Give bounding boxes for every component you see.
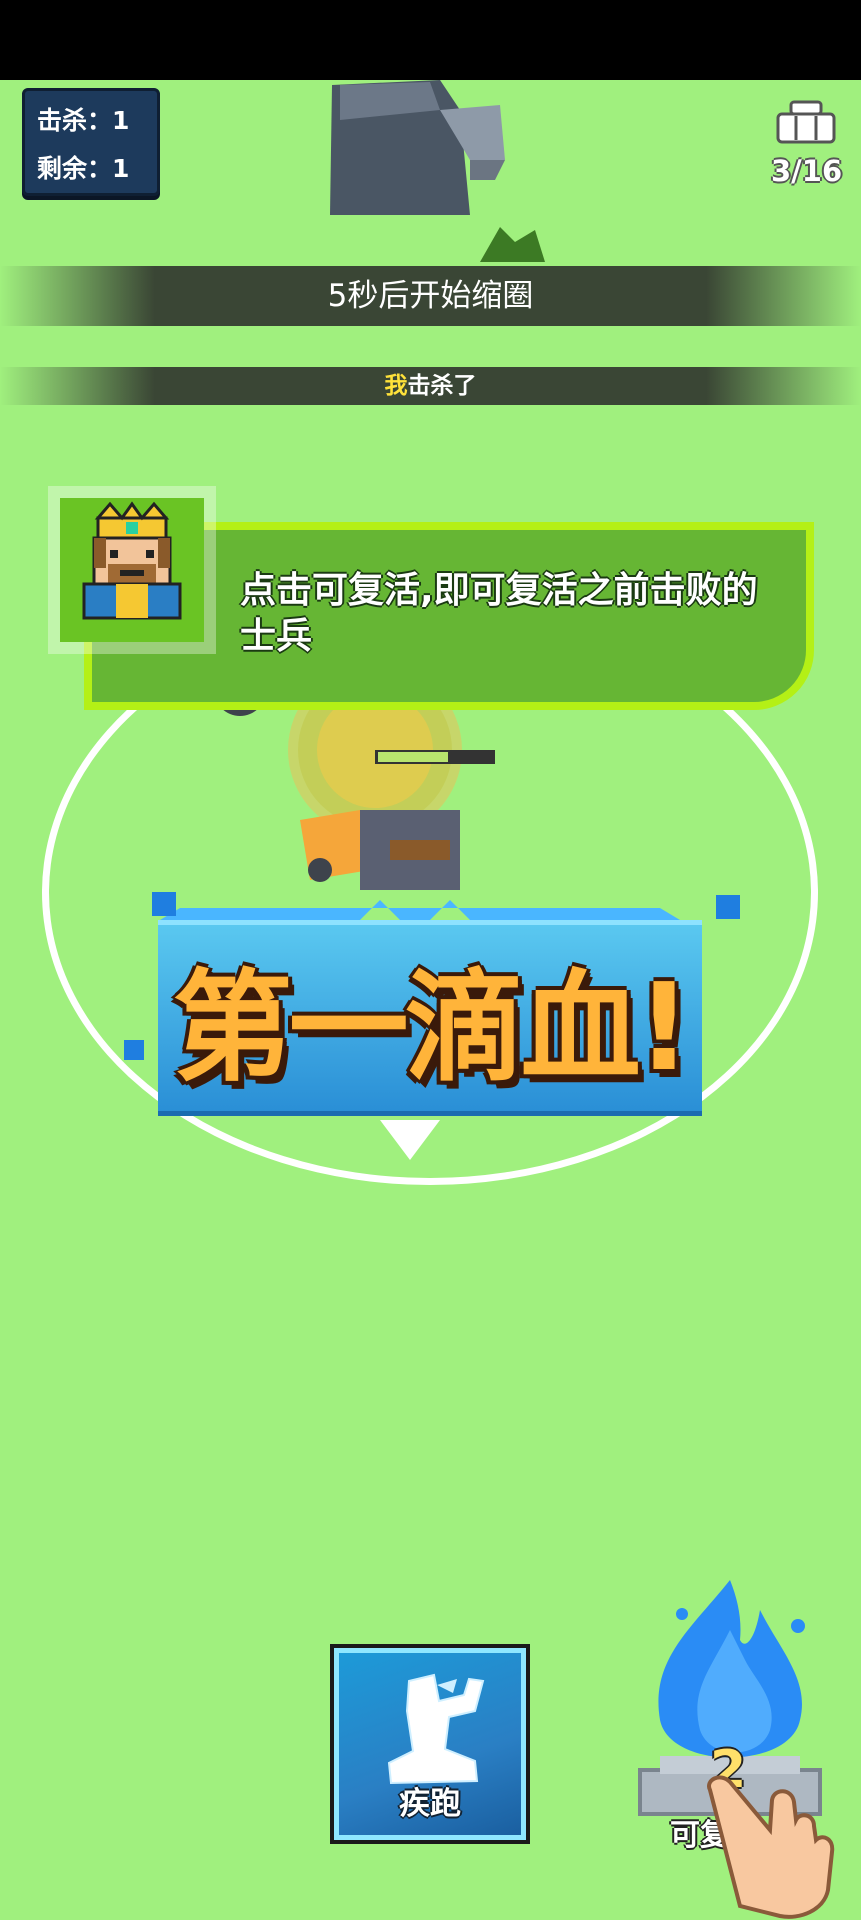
revive-tip-text: 点击可复活,即可复活之前击败的士兵 [240,570,758,657]
countdown-banner: 5秒后开始缩圈 [0,266,861,326]
rock-obstacle [330,80,505,215]
first-blood-text: 第一滴血! [172,959,692,1098]
sprint-skill-inner: 疾跑 [334,1648,526,1840]
players-counter: 3/16 [771,100,843,188]
corner-square-left [124,1040,144,1060]
king-avatar-icon [82,501,182,620]
corner-square-right [716,895,740,919]
status-bar [0,0,861,80]
remaining-counter: 剩余：1 [37,154,130,183]
stats-panel: 击杀：1 剩余：1 [22,88,160,196]
sprint-label: 疾跑 [399,1786,461,1822]
avatar [60,498,204,642]
players-count: 3/16 [771,154,843,188]
kill-feed-player: 我 [384,373,408,399]
players-icon [776,100,836,144]
hand-pointer-icon [707,1775,835,1919]
kill-feed-text: 击杀了 [407,373,477,399]
sprint-skill-button[interactable]: 疾跑 [330,1644,530,1844]
tree-top [480,227,545,262]
kill-feed-banner: 我击杀了 [0,367,861,405]
boot-icon [387,1673,485,1785]
avatar-frame [48,486,216,654]
kills-counter: 击杀：1 [37,106,130,135]
